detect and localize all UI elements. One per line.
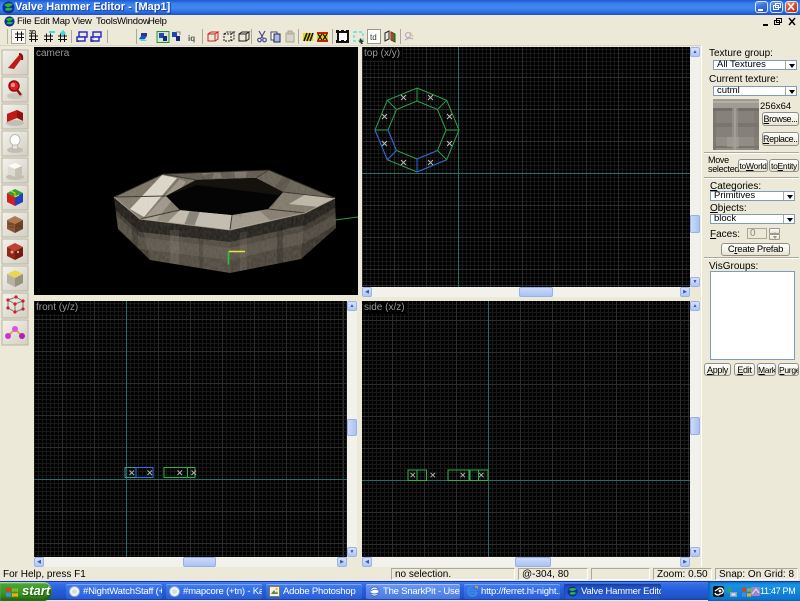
svg-text:iq: iq — [188, 34, 195, 43]
svg-text:3D: 3D — [29, 30, 36, 36]
svg-text:S: S — [90, 38, 94, 44]
svg-text:td: td — [370, 33, 377, 42]
